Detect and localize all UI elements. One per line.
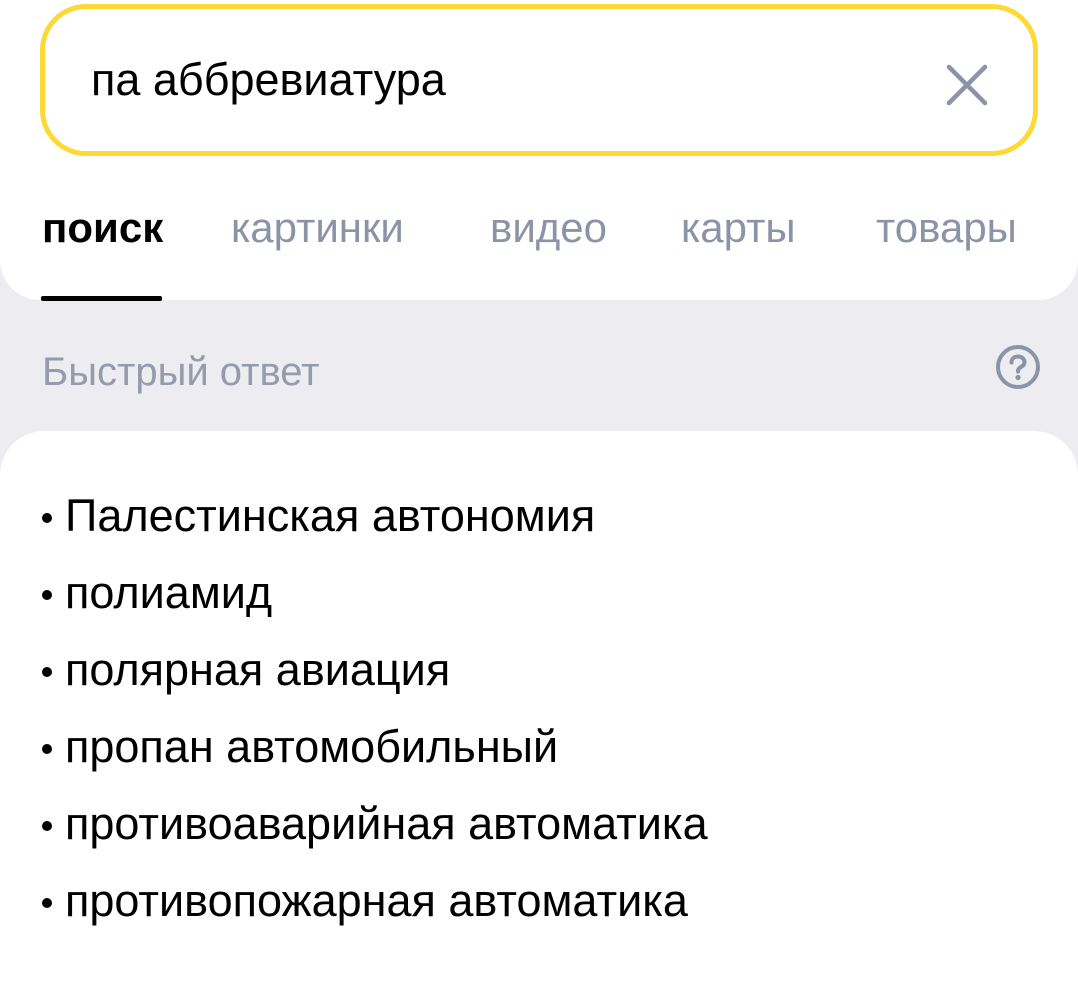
answer-list: Палестинская автономия полиамид полярная… (42, 477, 708, 939)
list-item-text: противопожарная автоматика (65, 874, 688, 926)
search-header-panel: поиск картинки видео карты товары (0, 0, 1078, 301)
search-box (40, 4, 1038, 156)
list-item-text: полиамид (65, 566, 273, 618)
list-item: полярная авиация (42, 631, 708, 708)
active-tab-indicator (41, 296, 162, 301)
list-item-text: полярная авиация (65, 643, 451, 695)
bullet-icon (42, 589, 52, 600)
tab-search[interactable]: поиск (42, 200, 163, 256)
quick-answer-title: Быстрый ответ (42, 350, 320, 394)
list-item: противопожарная автоматика (42, 862, 708, 939)
list-item-text: Палестинская автономия (65, 489, 596, 541)
quick-answer-card: Палестинская автономия полиамид полярная… (0, 431, 1078, 991)
clear-search-button[interactable] (927, 45, 1007, 125)
bullet-icon (42, 666, 52, 677)
tab-video[interactable]: видео (490, 200, 607, 256)
bullet-icon (42, 897, 52, 908)
tab-products[interactable]: товары (876, 200, 1017, 256)
tab-images[interactable]: картинки (231, 200, 404, 256)
list-item-text: пропан автомобильный (65, 720, 559, 772)
tab-maps[interactable]: карты (681, 200, 796, 256)
list-item: противоаварийная автоматика (42, 785, 708, 862)
close-icon (946, 64, 988, 106)
list-item: полиамид (42, 554, 708, 631)
search-tabs: поиск картинки видео карты товары (0, 180, 1078, 301)
bullet-icon (42, 743, 52, 754)
list-item: пропан автомобильный (42, 708, 708, 785)
list-item: Палестинская автономия (42, 477, 708, 554)
bullet-icon (42, 512, 52, 523)
bullet-icon (42, 820, 52, 831)
search-input[interactable] (91, 9, 921, 151)
list-item-text: противоаварийная автоматика (65, 797, 708, 849)
question-circle-icon[interactable] (994, 343, 1042, 391)
